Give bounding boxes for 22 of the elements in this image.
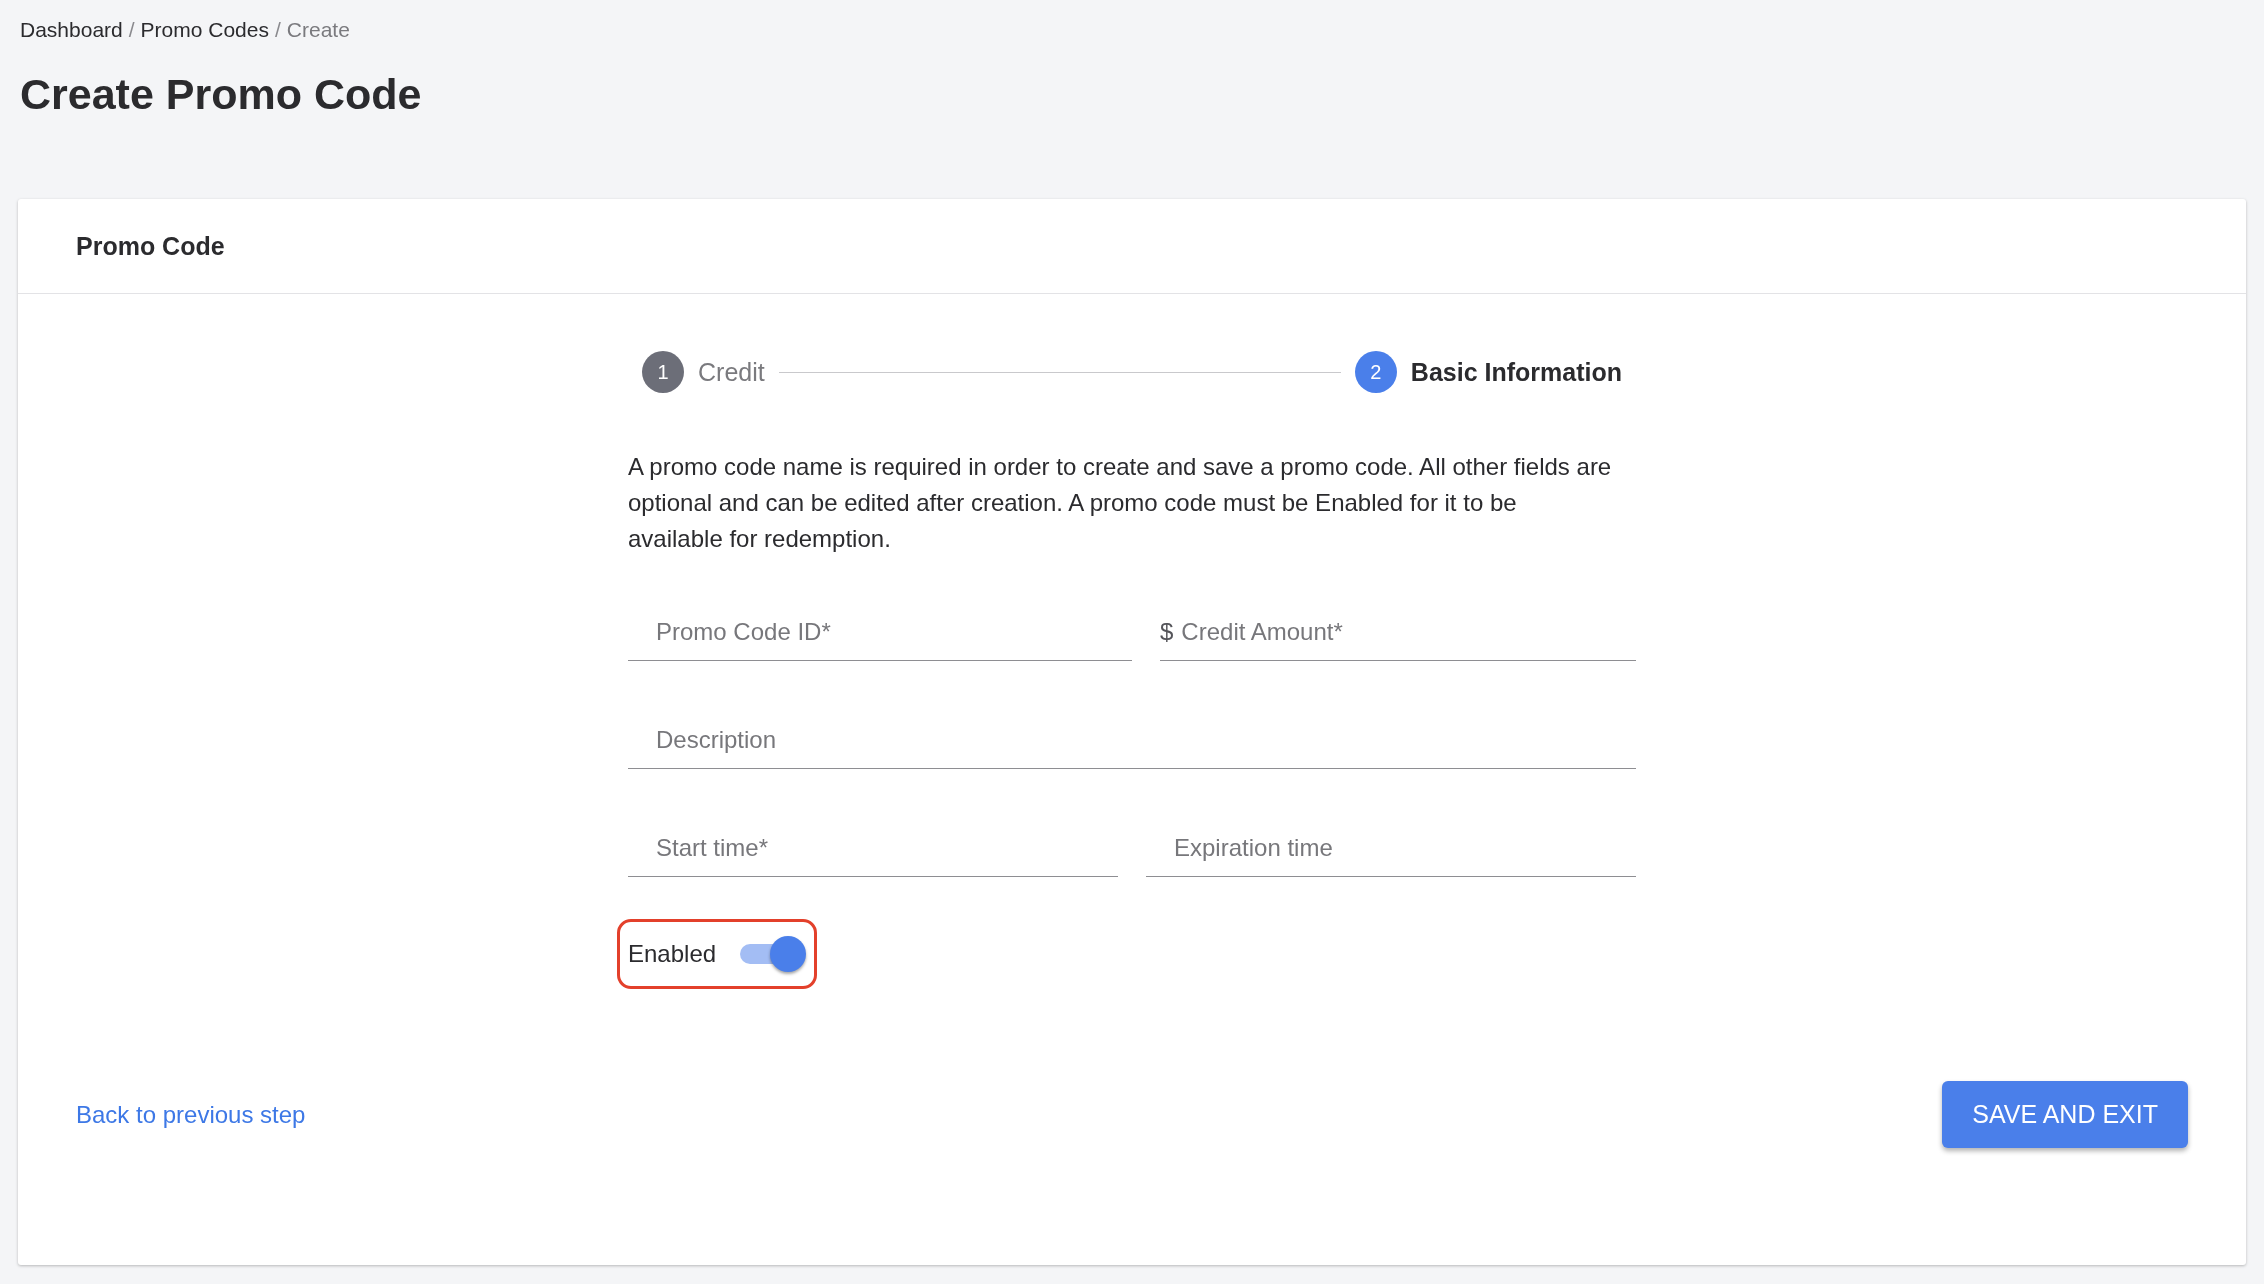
save-button[interactable]: SAVE AND EXIT: [1942, 1081, 2188, 1148]
page-title: Create Promo Code: [20, 70, 423, 119]
input-field[interactable]: Credit Amount*: [1181, 617, 1636, 646]
breadcrumb-separator: /: [274, 18, 281, 42]
step-label: Basic Information: [1410, 357, 1622, 387]
breadcrumb-item[interactable]: Promo Codes: [140, 18, 269, 42]
toggle-switch[interactable]: [738, 936, 807, 972]
back-link[interactable]: Back to previous step: [76, 1100, 306, 1129]
breadcrumb-item: Create: [286, 18, 350, 42]
input-field[interactable]: Promo Code ID*: [656, 617, 1132, 646]
breadcrumb-item[interactable]: Dashboard: [20, 18, 123, 42]
step-number: 2: [1354, 351, 1397, 393]
step-number: 1: [642, 351, 684, 393]
step-label: Credit: [698, 357, 765, 387]
intro-text: A promo code name is required in order to create and save a promo code. All other fields are optional and can be edited after creation. A promo code must be Enabled for it to be available for redemption.: [628, 452, 1613, 554]
breadcrumb-separator: /: [128, 18, 135, 42]
toggle-label: Enabled: [628, 940, 717, 968]
card-title: Promo Code: [76, 231, 225, 261]
currency-prefix: $: [1160, 617, 1174, 646]
input-field[interactable]: Description: [656, 725, 1636, 754]
input-field[interactable]: Expiration time: [1174, 833, 1636, 862]
input-field[interactable]: Start time*: [656, 833, 1118, 862]
